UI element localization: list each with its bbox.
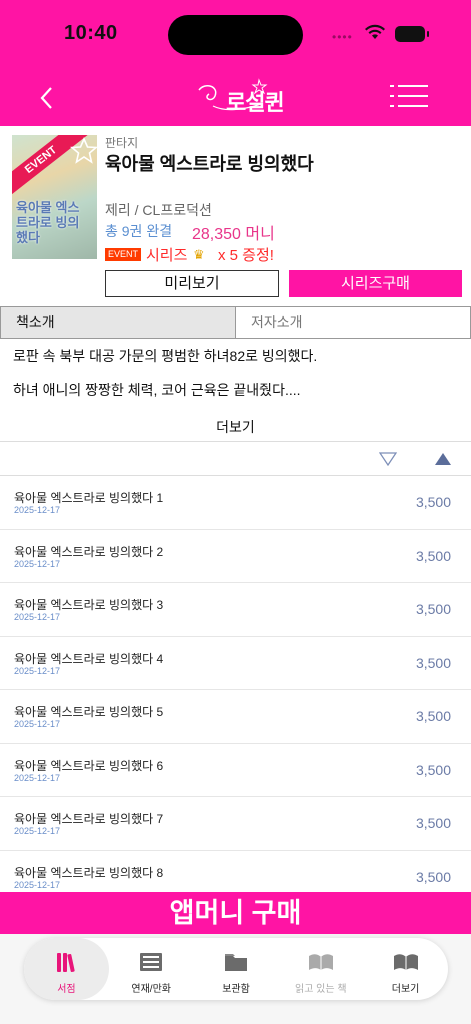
book-info: EVENT 육아물 엑스트라로 빙의했다 판타지 육아물 엑스트라로 빙의했다 … <box>0 126 471 306</box>
status-bar: 10:40 •••• <box>0 0 471 70</box>
book-price: 28,350 머니 <box>192 226 275 243</box>
open-book-icon <box>308 954 333 970</box>
sort-bar <box>0 442 471 476</box>
logo-text[interactable]: 로설퀸 <box>226 85 285 117</box>
tab-label: 서점 <box>57 984 76 995</box>
tab-label: 보관함 <box>222 984 250 995</box>
episode-date: 2025-12-17 <box>14 826 61 836</box>
episode-row[interactable]: 육아물 엑스트라로 빙의했다 6 2025-12-17 3,500 <box>0 744 471 797</box>
episode-date: 2025-12-17 <box>14 665 61 676</box>
book-author[interactable]: 제리 / CL프로덕션 <box>105 200 212 220</box>
episode-list: 육아물 엑스트라로 빙의했다 1 2025-12-17 3,500 육아물 엑스… <box>0 476 471 896</box>
episode-row[interactable]: 육아물 엑스트라로 빙의했다 4 2025-12-17 3,500 <box>0 637 471 690</box>
preview-button[interactable]: 미리보기 <box>105 270 279 297</box>
series-buy-button[interactable]: 시리즈구매 <box>289 270 462 297</box>
book-genre: 판타지 <box>105 136 139 150</box>
episode-title: 육아물 엑스트라로 빙의했다 3 <box>14 598 164 612</box>
episode-row[interactable]: 육아물 엑스트라로 빙의했다 8 2025-12-17 3,500 <box>0 851 471 897</box>
menu-icon[interactable] <box>390 80 428 112</box>
episode-row[interactable]: 육아물 엑스트라로 빙의했다 5 2025-12-17 3,500 <box>0 690 471 744</box>
episode-date: 2025-12-17 <box>14 719 61 729</box>
episode-price: 3,500 <box>415 494 451 510</box>
bottom-tab-bar: 서점 연재/만화 보관함 읽고 있는 책 더보기 <box>24 938 448 1000</box>
episode-title: 육아물 엑스트라로 빙의했다 5 <box>14 705 164 719</box>
episode-row[interactable]: 육아물 엑스트라로 빙의했다 3 2025-12-17 3,500 <box>0 583 471 637</box>
episode-date: 2025-12-17 <box>14 505 61 515</box>
signal-icon: •••• <box>332 30 353 44</box>
episode-title: 육아물 엑스트라로 빙의했다 1 <box>14 491 164 505</box>
cover-title: 육아물 엑스트라로 빙의했다 <box>16 200 80 245</box>
tab-reading[interactable]: 읽고 있는 책 <box>278 938 363 1000</box>
app-header: 로설퀸 <box>0 70 471 126</box>
book-volumes: 총 9권 완결 <box>105 223 173 239</box>
crown-icon: ♛ <box>193 247 205 262</box>
episode-price: 3,500 <box>415 654 451 671</box>
episode-title: 육아물 엑스트라로 빙의했다 6 <box>14 758 164 773</box>
episode-price: 3,500 <box>415 868 451 885</box>
sort-descending-icon[interactable] <box>379 452 397 466</box>
book-cover[interactable]: EVENT 육아물 엑스트라로 빙의했다 <box>12 135 97 259</box>
episode-price: 3,500 <box>415 815 451 831</box>
tab-author-intro[interactable]: 저자소개 <box>236 307 470 338</box>
episode-price: 3,500 <box>415 547 451 564</box>
tab-bookstore[interactable]: 서점 <box>24 938 109 1000</box>
intro-line: 하녀 애니의 짱짱한 체력, 코어 근육은 끝내줬다.... <box>13 382 301 398</box>
episode-row[interactable]: 육아물 엑스트라로 빙의했다 2 2025-12-17 3,500 <box>0 530 471 583</box>
episode-title: 육아물 엑스트라로 빙의했다 8 <box>14 865 164 880</box>
info-tabs: 책소개 저자소개 <box>0 306 471 339</box>
bonus-text: x 5 증정! <box>218 247 274 264</box>
episode-row[interactable]: 육아물 엑스트라로 빙의했다 7 2025-12-17 3,500 <box>0 797 471 851</box>
intro-line: 로판 속 북부 대공 가문의 평범한 하녀82로 빙의했다. <box>13 348 318 364</box>
sort-ascending-icon[interactable] <box>434 452 452 466</box>
tab-book-intro[interactable]: 책소개 <box>1 307 236 338</box>
episode-title: 육아물 엑스트라로 빙의했다 2 <box>14 544 164 559</box>
wifi-icon <box>365 24 385 39</box>
episode-title: 육아물 엑스트라로 빙의했다 4 <box>14 651 164 666</box>
episode-row[interactable]: 육아물 엑스트라로 빙의했다 1 2025-12-17 3,500 <box>0 476 471 530</box>
episode-price: 3,500 <box>415 601 451 617</box>
app-money-buy-button[interactable]: 앱머니 구매 <box>0 892 471 934</box>
back-icon[interactable] <box>36 78 58 118</box>
tab-label: 연재/만화 <box>131 984 171 995</box>
episode-date: 2025-12-17 <box>14 612 61 622</box>
newspaper-icon <box>140 953 163 971</box>
episode-date: 2025-12-17 <box>14 879 61 890</box>
folder-icon <box>224 954 247 971</box>
episode-date: 2025-12-17 <box>14 558 61 569</box>
tab-library[interactable]: 보관함 <box>194 938 279 1000</box>
books-icon <box>57 953 76 973</box>
dynamic-island <box>168 15 303 55</box>
open-book-icon <box>393 954 418 970</box>
episode-price: 3,500 <box>415 708 451 724</box>
more-button[interactable]: 더보기 <box>0 412 471 442</box>
tab-label: 읽고 있는 책 <box>295 984 347 995</box>
book-title: 육아물 엑스트라로 빙의했다 <box>105 154 314 174</box>
episode-date: 2025-12-17 <box>14 772 61 783</box>
battery-icon <box>395 26 429 42</box>
tab-label: 더보기 <box>391 984 420 995</box>
episode-title: 육아물 엑스트라로 빙의했다 7 <box>14 812 164 826</box>
status-time: 10:40 <box>64 22 118 44</box>
tab-serial[interactable]: 연재/만화 <box>109 938 194 1000</box>
event-badge: EVENT <box>105 248 142 261</box>
star-icon[interactable] <box>70 137 97 165</box>
bottom-area: 서점 연재/만화 보관함 읽고 있는 책 더보기 <box>0 934 471 1024</box>
tab-more[interactable]: 더보기 <box>363 938 448 1000</box>
series-label: 시리즈 <box>146 247 188 264</box>
book-intro: 로판 속 북부 대공 가문의 평범한 하녀82로 빙의했다. 하녀 애니의 짱짱… <box>13 346 463 414</box>
episode-price: 3,500 <box>415 761 451 778</box>
